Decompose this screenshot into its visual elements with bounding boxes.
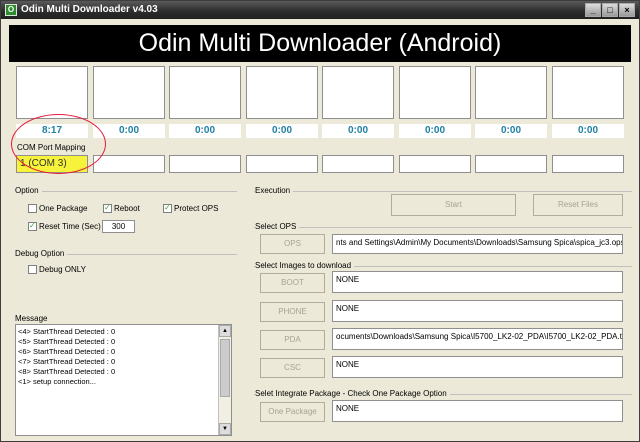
odin-window: O Odin Multi Downloader v4.03 _ □ × Odin…: [0, 0, 640, 442]
ops-path-field[interactable]: nts and Settings\Admin\My Documents\Down…: [332, 234, 623, 254]
port-progress-5: [322, 66, 394, 119]
message-line: <7> StartThread Detected : 0: [18, 357, 116, 366]
port-progress-1: [16, 66, 88, 119]
reset-time-label: Reset Time (Sec): [39, 222, 101, 231]
reset-files-button[interactable]: Reset Files: [533, 194, 623, 216]
com-port-7: [475, 155, 547, 173]
com-port-4: [246, 155, 318, 173]
boot-button[interactable]: BOOT: [260, 273, 325, 293]
message-line: <6> StartThread Detected : 0: [18, 347, 116, 356]
phone-path-field[interactable]: NONE: [332, 300, 623, 322]
message-log[interactable]: <4> StartThread Detected : 0 <5> StartTh…: [15, 324, 232, 436]
port-time-5: 0:00: [322, 124, 394, 138]
images-label: Select Images to download: [255, 261, 355, 270]
scroll-up-icon[interactable]: ▲: [219, 325, 231, 337]
scroll-down-icon[interactable]: ▼: [219, 423, 231, 435]
message-scrollbar[interactable]: ▲ ▼: [218, 325, 231, 435]
select-ops-group-line: [254, 227, 632, 228]
window-title: Odin Multi Downloader v4.03: [21, 4, 158, 15]
one-package-checkbox[interactable]: [28, 204, 37, 213]
pda-button[interactable]: PDA: [260, 330, 325, 350]
message-line: <5> StartThread Detected : 0: [18, 337, 116, 346]
port-progress-7: [475, 66, 547, 119]
title-bar[interactable]: O Odin Multi Downloader v4.03 _ □ ×: [1, 1, 639, 19]
phone-button[interactable]: PHONE: [260, 302, 325, 322]
debug-only-checkbox[interactable]: [28, 265, 37, 274]
select-ops-label: Select OPS: [255, 222, 300, 231]
maximize-button[interactable]: □: [602, 3, 618, 17]
port-time-4: 0:00: [246, 124, 318, 138]
protect-ops-label: Protect OPS: [174, 204, 219, 213]
port-time-7: 0:00: [475, 124, 547, 138]
scroll-thumb[interactable]: [220, 339, 230, 397]
execution-label: Execution: [255, 186, 294, 195]
debug-only-label: Debug ONLY: [39, 265, 86, 274]
start-button[interactable]: Start: [391, 194, 516, 216]
message-line: <1> setup connection...: [18, 377, 96, 386]
execution-group-line: [254, 191, 632, 192]
boot-path-field[interactable]: NONE: [332, 271, 623, 293]
ops-button[interactable]: OPS: [260, 234, 325, 254]
message-label: Message: [15, 314, 51, 323]
app-icon: O: [5, 4, 17, 16]
annotation-circle: [11, 114, 106, 174]
com-port-5: [322, 155, 394, 173]
close-button[interactable]: ×: [619, 3, 635, 17]
pda-path-field[interactable]: ocuments\Downloads\Samsung Spica\I5700_L…: [332, 328, 623, 350]
port-progress-6: [399, 66, 471, 119]
app-banner: Odin Multi Downloader (Android): [9, 25, 631, 62]
one-package-path-field[interactable]: NONE: [332, 400, 623, 422]
one-package-button[interactable]: One Package: [260, 402, 325, 422]
minimize-button[interactable]: _: [585, 3, 601, 17]
protect-ops-checkbox[interactable]: [163, 203, 172, 213]
com-port-6: [399, 155, 471, 173]
one-package-label: One Package: [39, 204, 88, 213]
com-port-8: [552, 155, 624, 173]
port-time-6: 0:00: [399, 124, 471, 138]
port-progress-4: [246, 66, 318, 119]
reset-time-checkbox[interactable]: [28, 221, 37, 231]
com-port-2: [93, 155, 165, 173]
debug-group-label: Debug Option: [15, 249, 68, 258]
com-port-3: [169, 155, 241, 173]
csc-path-field[interactable]: NONE: [332, 356, 623, 378]
message-line: <4> StartThread Detected : 0: [18, 327, 116, 336]
port-progress-2: [93, 66, 165, 119]
message-line: <8> StartThread Detected : 0: [18, 367, 116, 376]
port-progress-8: [552, 66, 624, 119]
reboot-label: Reboot: [114, 204, 140, 213]
csc-button[interactable]: CSC: [260, 358, 325, 378]
port-time-3: 0:00: [169, 124, 241, 138]
reset-time-input[interactable]: 300: [102, 220, 135, 233]
integrate-label: Selet Integrate Package - Check One Pack…: [255, 389, 450, 398]
port-time-8: 0:00: [552, 124, 624, 138]
reboot-checkbox[interactable]: [103, 203, 112, 213]
option-group-line: [15, 191, 237, 192]
option-group-label: Option: [15, 186, 42, 195]
port-progress-3: [169, 66, 241, 119]
